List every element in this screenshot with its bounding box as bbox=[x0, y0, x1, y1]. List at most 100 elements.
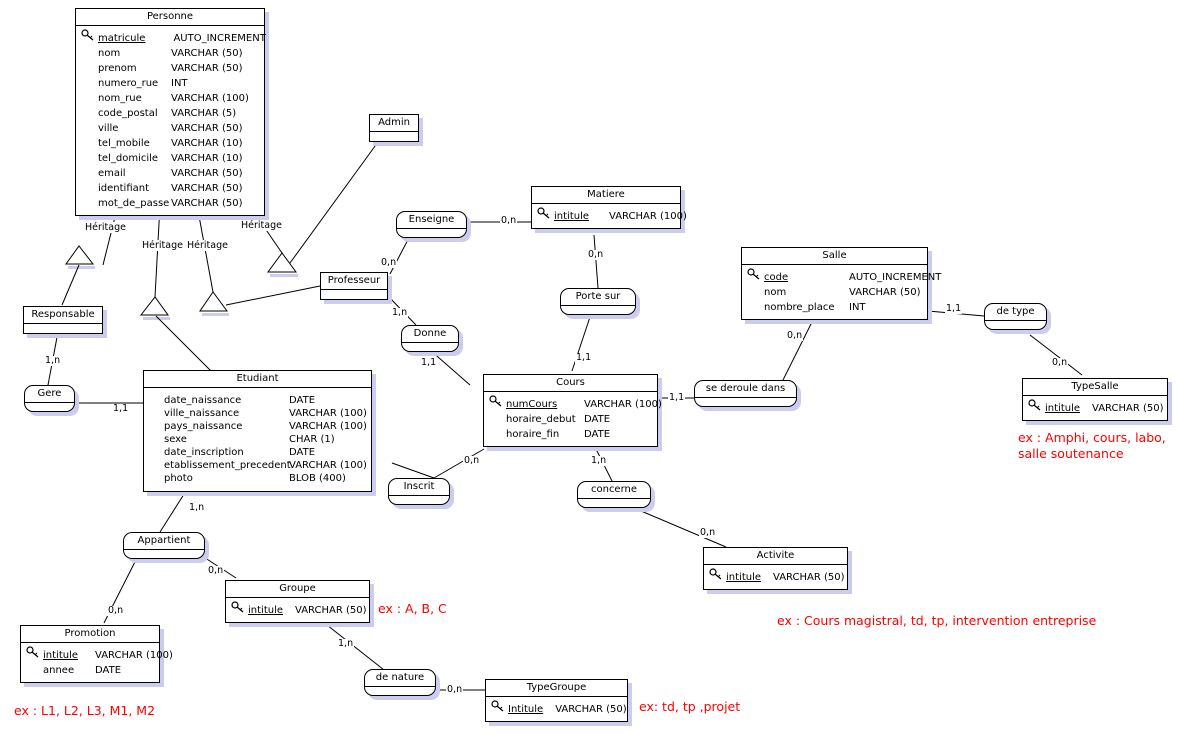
attribute-type: DATE bbox=[584, 429, 611, 440]
attribute-key-spacer bbox=[82, 180, 98, 191]
attribute-row: intitule VARCHAR (50) bbox=[709, 568, 845, 584]
attribute-name: numero_rue bbox=[98, 78, 159, 89]
attribute-key-spacer bbox=[82, 120, 98, 131]
attribute-type: VARCHAR (100) bbox=[609, 211, 687, 222]
attribute-name: tel_domicile bbox=[98, 153, 159, 164]
relationship-appartient[interactable]: Appartient bbox=[123, 532, 205, 559]
relationship-body bbox=[695, 398, 796, 406]
relationship-gere[interactable]: Gere bbox=[24, 385, 75, 412]
entity-etudiant[interactable]: Etudiant date_naissance DATE ville_naiss… bbox=[143, 370, 372, 492]
attribute-row: photo BLOB (400) bbox=[164, 472, 365, 485]
note-typegroupe: ex: td, tp ,projet bbox=[639, 699, 741, 714]
attribute-list: date_naissance DATE ville_naissance VARC… bbox=[144, 388, 371, 491]
attribute-name: pays_naissance bbox=[164, 421, 243, 432]
attribute-row: horaire_fin DATE bbox=[490, 426, 651, 441]
attribute-name: ville bbox=[98, 123, 119, 134]
attribute-type: CHAR (1) bbox=[289, 434, 335, 445]
cardinality-portesur-cours: 1,1 bbox=[575, 352, 593, 363]
attribute-type: DATE bbox=[95, 665, 122, 676]
relationship-de-type[interactable]: de type bbox=[984, 303, 1047, 330]
relationship-body bbox=[578, 499, 650, 507]
entity-activite[interactable]: Activite intitule VARCHAR (50) bbox=[703, 547, 848, 590]
note-groupe: ex : A, B, C bbox=[378, 601, 447, 616]
entity-personne[interactable]: Personne matricule AUTO_INCREMENT nom VA… bbox=[75, 8, 266, 216]
attribute-name: intitule bbox=[554, 211, 590, 222]
entity-groupe[interactable]: Groupe intitule VARCHAR (50) bbox=[225, 580, 370, 623]
entity-matiere[interactable]: Matiere intitule VARCHAR (100) bbox=[531, 186, 687, 229]
primary-key-icon bbox=[489, 395, 506, 407]
attribute-name: code_postal bbox=[98, 108, 158, 119]
attribute-name: sexe bbox=[164, 434, 187, 445]
relationship-donne[interactable]: Donne bbox=[401, 325, 459, 352]
relationship-enseigne[interactable]: Enseigne bbox=[396, 211, 467, 238]
attribute-name: tel_mobile bbox=[98, 138, 150, 149]
relationship-label: concerne bbox=[578, 482, 650, 499]
relationship-inscrit[interactable]: Inscrit bbox=[388, 478, 450, 505]
attribute-key-spacer bbox=[490, 426, 506, 437]
entity-salle[interactable]: Salle code AUTO_INCREMENT nom VARCHAR (5… bbox=[741, 247, 941, 320]
attribute-name: ville_naissance bbox=[164, 408, 240, 419]
attribute-name: intitule bbox=[726, 572, 762, 583]
attribute-name: matricule bbox=[98, 33, 146, 44]
attribute-type: VARCHAR (50) bbox=[171, 63, 243, 74]
attribute-key-spacer bbox=[82, 75, 98, 86]
note-activite: ex : Cours magistral, td, tp, interventi… bbox=[777, 613, 1097, 628]
attribute-row: email VARCHAR (50) bbox=[82, 165, 258, 180]
entity-title: Etudiant bbox=[144, 371, 371, 388]
attribute-row: sexe CHAR (1) bbox=[164, 433, 365, 446]
attribute-key-spacer bbox=[27, 662, 43, 673]
attribute-type: VARCHAR (50) bbox=[1092, 403, 1164, 414]
attribute-type: VARCHAR (100) bbox=[289, 421, 367, 432]
attribute-row: nombre_place INT bbox=[748, 299, 921, 314]
relationship-body bbox=[25, 403, 74, 411]
relationship-de-nature[interactable]: de nature bbox=[364, 669, 436, 696]
primary-key-icon bbox=[81, 29, 98, 41]
attribute-row: intitule VARCHAR (50) bbox=[231, 601, 367, 617]
attribute-type: DATE bbox=[289, 447, 316, 458]
attribute-type: VARCHAR (50) bbox=[171, 48, 243, 59]
primary-key-icon bbox=[26, 646, 43, 658]
attribute-row: tel_domicile VARCHAR (10) bbox=[82, 150, 258, 165]
attribute-row: nom VARCHAR (50) bbox=[748, 284, 921, 299]
attribute-row: numero_rue INT bbox=[82, 75, 258, 90]
attribute-name: intitule bbox=[248, 605, 284, 616]
cardinality-groupe-denature: 1,n bbox=[337, 638, 355, 649]
entity-typesalle[interactable]: TypeSalle intitule VARCHAR (50) bbox=[1022, 378, 1168, 421]
attribute-name: prenom bbox=[98, 63, 137, 74]
inheritance-label: Héritage bbox=[186, 240, 229, 251]
attribute-type: VARCHAR (100) bbox=[289, 460, 367, 471]
attribute-key-spacer bbox=[748, 284, 764, 295]
entity-promotion[interactable]: Promotion intitule VARCHAR (100) annee D… bbox=[20, 625, 173, 683]
attribute-list: code AUTO_INCREMENT nom VARCHAR (50) nom… bbox=[742, 265, 941, 319]
relationship-body bbox=[389, 496, 449, 504]
attribute-type: INT bbox=[849, 302, 866, 313]
cardinality-gere-etudiant: 1,1 bbox=[112, 403, 130, 414]
attribute-list bbox=[24, 324, 102, 333]
entity-professeur[interactable]: Professeur bbox=[320, 272, 388, 300]
cardinality-detype-typesalle: 0,n bbox=[1051, 357, 1069, 368]
attribute-list bbox=[321, 290, 387, 299]
entity-responsable[interactable]: Responsable bbox=[23, 306, 103, 334]
entity-title: Matiere bbox=[532, 187, 680, 204]
relationship-label: Appartient bbox=[124, 533, 204, 550]
attribute-name: annee bbox=[43, 665, 75, 676]
attribute-list: matricule AUTO_INCREMENT nom VARCHAR (50… bbox=[76, 26, 266, 215]
entity-cours[interactable]: Cours numCours VARCHAR (100) horaire_deb… bbox=[483, 374, 662, 447]
relationship-concerne[interactable]: concerne bbox=[577, 481, 651, 508]
entity-title: Promotion bbox=[21, 626, 159, 643]
attribute-type: VARCHAR (100) bbox=[289, 408, 367, 419]
entity-typegroupe[interactable]: TypeGroupe Intitule VARCHAR (50) bbox=[485, 679, 628, 722]
attribute-key-spacer bbox=[82, 195, 98, 206]
attribute-name: photo bbox=[164, 473, 193, 484]
relationship-se-deroule-dans[interactable]: se deroule dans bbox=[694, 380, 797, 407]
relationship-porte-sur[interactable]: Porte sur bbox=[560, 288, 636, 315]
entity-title: Personne bbox=[76, 9, 264, 26]
cardinality-denature-typegroupe: 0,n bbox=[446, 684, 464, 695]
attribute-list: intitule VARCHAR (100) bbox=[532, 204, 687, 228]
entity-admin[interactable]: Admin bbox=[369, 114, 419, 142]
attribute-name: Intitule bbox=[508, 704, 544, 715]
attribute-row: code AUTO_INCREMENT bbox=[747, 268, 941, 284]
entity-title: TypeSalle bbox=[1023, 379, 1167, 396]
relationship-label: Donne bbox=[402, 326, 458, 343]
attribute-type: DATE bbox=[584, 414, 611, 425]
